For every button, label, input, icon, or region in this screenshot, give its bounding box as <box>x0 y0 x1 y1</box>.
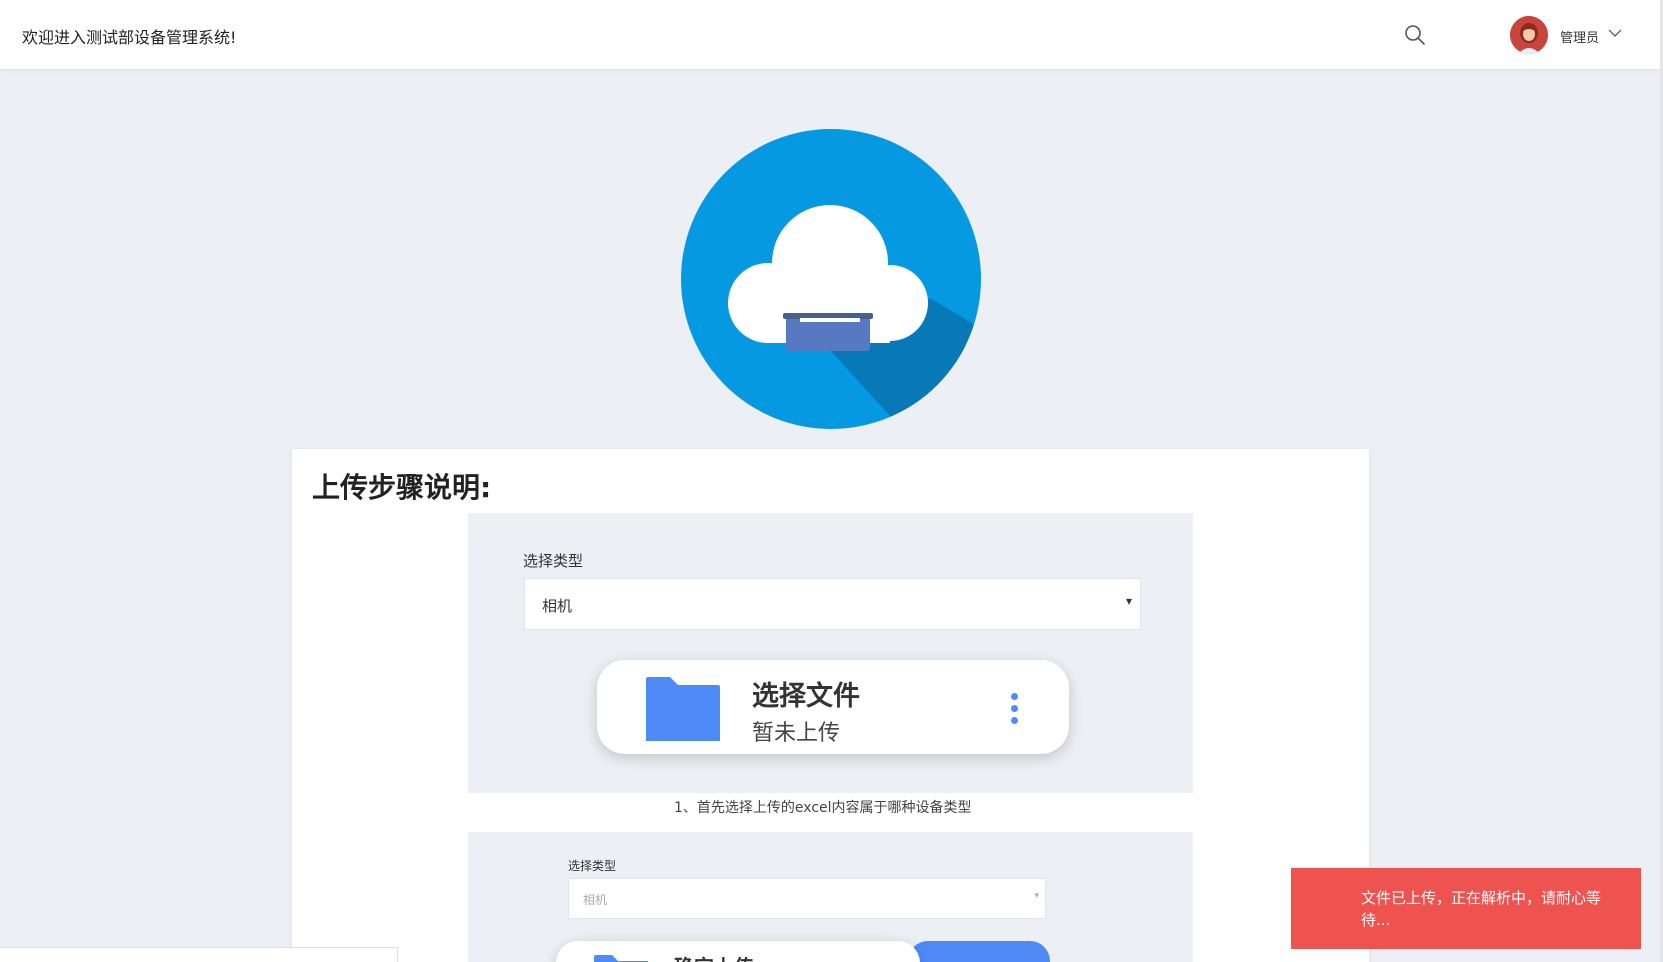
step1-caption: 1、首先选择上传的excel内容属于哪种设备类型 <box>674 800 972 816</box>
folder-icon <box>594 955 648 962</box>
confirm-upload-button[interactable]: 确定上传 <box>556 941 920 962</box>
caret-down-icon: ▾ <box>1125 594 1132 608</box>
cloud-upload-icon <box>681 129 981 429</box>
app-title: 欢迎进入测试部设备管理系统! <box>22 28 237 47</box>
search-icon[interactable] <box>1403 23 1427 47</box>
upload-toast: 文件已上传，正在解析中，请耐心等待... <box>1291 868 1641 949</box>
submit-upload-button[interactable] <box>908 941 1050 962</box>
choose-file-button[interactable]: 选择文件 暂未上传 <box>597 660 1069 754</box>
avatar[interactable] <box>1510 16 1548 54</box>
choose-file-title: 选择文件 <box>752 681 860 712</box>
step2-type-select[interactable]: 相机 ▾ <box>568 878 1046 919</box>
step1-type-select[interactable]: 相机 ▾ <box>524 578 1141 630</box>
card-title: 上传步骤说明: <box>312 471 492 504</box>
more-vertical-icon[interactable] <box>1011 693 1018 729</box>
chevron-down-icon[interactable] <box>1608 28 1622 38</box>
top-bar: 欢迎进入测试部设备管理系统! 管理员 <box>0 0 1663 70</box>
confirm-upload-title: 确定上传 <box>674 951 754 962</box>
toast-message: 文件已上传，正在解析中，请耐心等待... <box>1361 889 1602 929</box>
folder-icon <box>646 677 720 741</box>
bottom-bar <box>0 947 398 962</box>
step2-select-label: 选择类型 <box>568 859 617 873</box>
user-menu-label[interactable]: 管理员 <box>1560 27 1599 46</box>
step2-select-value: 相机 <box>583 893 608 907</box>
page: 欢迎进入测试部设备管理系统! 管理员 上传步骤说明: 选择类型 相机 ▾ 选择文… <box>0 0 1663 962</box>
step1-select-value: 相机 <box>542 597 573 615</box>
step1-select-label: 选择类型 <box>523 552 584 570</box>
caret-down-icon: ▾ <box>1034 891 1039 901</box>
upload-status-text: 暂未上传 <box>752 721 841 746</box>
